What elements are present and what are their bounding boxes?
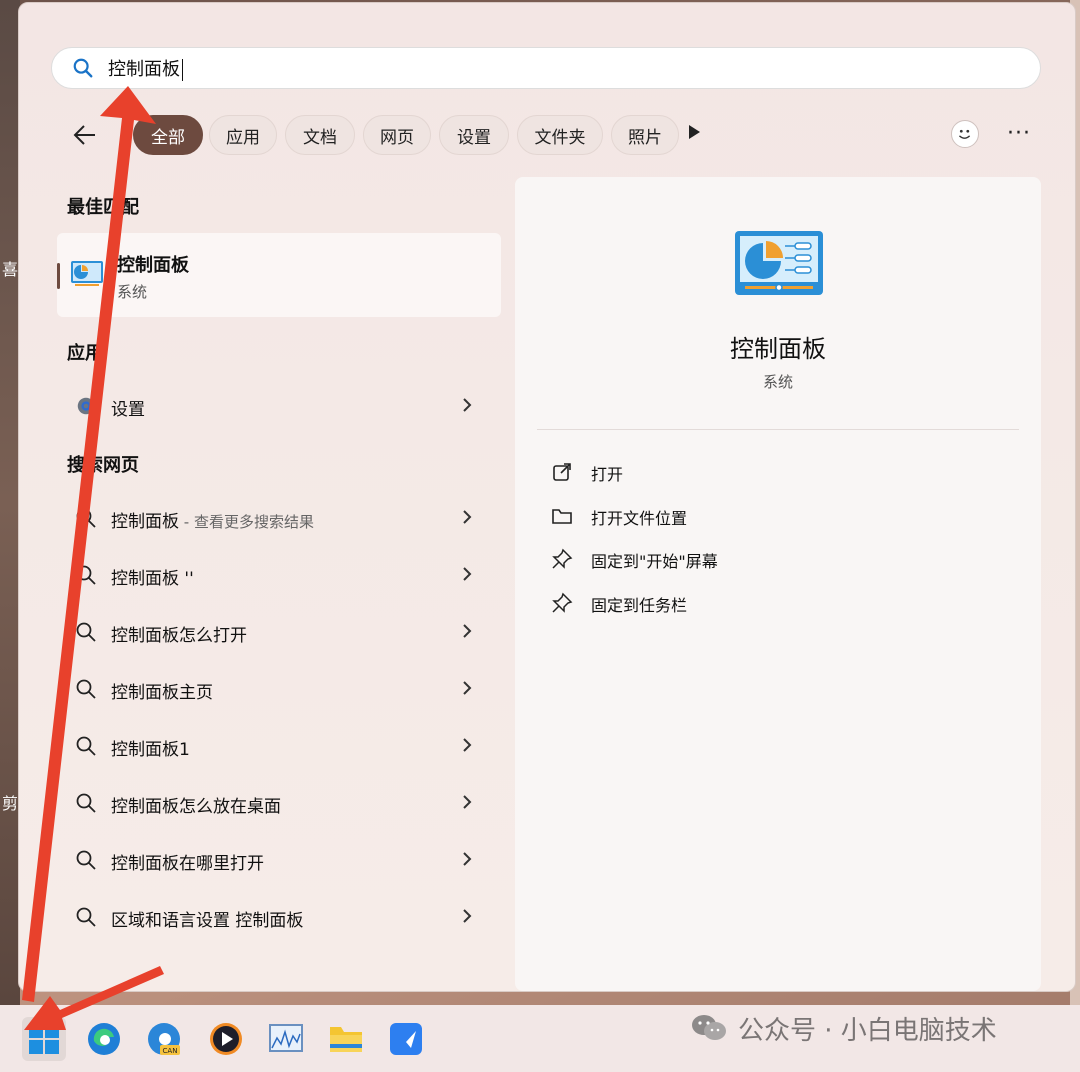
web-result-label: 控制面板 - 查看更多搜索结果 [111, 512, 314, 532]
pin-icon [552, 592, 573, 613]
filter-chip-apps[interactable]: 应用 [209, 115, 277, 155]
filter-chip-settings[interactable]: 设置 [439, 115, 509, 155]
filter-chip-all[interactable]: 全部 [133, 115, 203, 155]
action-pin-to-start[interactable]: 固定到"开始"屏幕 [551, 544, 951, 574]
section-apps: 应用 [67, 343, 103, 364]
wechat-icon [692, 1015, 726, 1040]
pin-icon [552, 548, 573, 569]
search-icon [76, 793, 96, 813]
web-result-item[interactable]: 区域和语言设置 控制面板 [55, 892, 505, 942]
watermark-text: 公众号 · 小白电脑技术 [738, 1015, 997, 1046]
windows-start-icon[interactable] [22, 1017, 66, 1061]
text-caret [182, 59, 183, 81]
feishu-icon[interactable] [384, 1017, 428, 1061]
media-player-icon[interactable] [204, 1017, 248, 1061]
action-open-file-location[interactable]: 打开文件位置 [551, 501, 951, 531]
best-match-item[interactable]: 控制面板 系统 [57, 233, 501, 317]
filter-chip-photos[interactable]: 照片 [611, 115, 679, 155]
more-filters-play-icon[interactable] [689, 125, 700, 139]
preview-title: 控制面板 [730, 335, 826, 363]
web-result-item[interactable]: 控制面板 '' [55, 550, 505, 600]
web-result-label: 控制面板怎么放在桌面 [111, 797, 281, 817]
action-open[interactable]: 打开 [551, 457, 951, 487]
search-icon [76, 508, 96, 528]
resource-monitor-icon[interactable] [264, 1017, 308, 1061]
more-options-icon[interactable]: ··· [1007, 121, 1031, 146]
filter-chip-documents[interactable]: 文档 [285, 115, 355, 155]
chevron-right-icon[interactable] [460, 395, 474, 415]
search-input[interactable]: 控制面板 [108, 55, 183, 81]
desktop-icon-label: 喜 [2, 260, 19, 279]
web-result-item[interactable]: 控制面板主页 [55, 664, 505, 714]
search-icon [76, 907, 96, 927]
filter-bar: 全部 应用 文档 网页 设置 文件夹 照片 ··· [63, 113, 1043, 157]
search-icon [76, 679, 96, 699]
web-result-item[interactable]: 控制面板在哪里打开 [55, 835, 505, 885]
selection-indicator [57, 263, 60, 289]
web-result-label: 控制面板 '' [111, 569, 194, 589]
chevron-right-icon[interactable] [460, 507, 474, 527]
smiley-feedback-icon[interactable] [951, 120, 979, 148]
web-result-item[interactable]: 控制面板怎么放在桌面 [55, 778, 505, 828]
file-explorer-icon[interactable] [324, 1017, 368, 1061]
action-pin-to-taskbar[interactable]: 固定到任务栏 [551, 588, 951, 618]
control-panel-icon [71, 261, 103, 286]
search-box[interactable]: 控制面板 [51, 47, 1041, 89]
chevron-right-icon[interactable] [460, 849, 474, 869]
app-item-settings[interactable]: 设置 [55, 381, 505, 431]
preview-subtitle: 系统 [762, 373, 793, 391]
web-result-label: 区域和语言设置 控制面板 [111, 911, 304, 931]
filter-chip-web[interactable]: 网页 [363, 115, 431, 155]
search-icon [76, 736, 96, 756]
section-best-match: 最佳匹配 [67, 197, 139, 218]
preview-pane: 控制面板 系统 打开 打开文件位置 固定到"开始"屏幕 固定到任务栏 [515, 177, 1041, 991]
back-arrow-icon[interactable] [71, 121, 99, 149]
edge-canary-icon[interactable]: CAN [142, 1017, 186, 1061]
control-panel-icon [735, 231, 823, 295]
desktop-icon-label: 剪 [2, 794, 19, 813]
web-result-label: 控制面板在哪里打开 [111, 854, 264, 874]
action-label: 打开文件位置 [591, 509, 688, 528]
chevron-right-icon[interactable] [460, 906, 474, 926]
action-label: 固定到任务栏 [591, 596, 688, 615]
divider [537, 429, 1019, 430]
web-result-label: 控制面板主页 [111, 683, 213, 703]
web-result-item[interactable]: 控制面板1 [55, 721, 505, 771]
search-icon [76, 565, 96, 585]
search-icon [76, 622, 96, 642]
watermark: 公众号 · 小白电脑技术 [690, 1008, 997, 1048]
section-search-web: 搜索网页 [67, 455, 139, 476]
best-match-subtitle: 系统 [117, 283, 148, 301]
start-search-panel: 控制面板 全部 应用 文档 网页 设置 文件夹 照片 ··· 最佳匹配 控制面板… [18, 2, 1076, 992]
svg-text:CAN: CAN [163, 1047, 178, 1055]
search-icon [76, 850, 96, 870]
chevron-right-icon[interactable] [460, 564, 474, 584]
chevron-right-icon[interactable] [460, 792, 474, 812]
web-result-item[interactable]: 控制面板怎么打开 [55, 607, 505, 657]
folder-icon [552, 509, 572, 524]
filter-chip-folders[interactable]: 文件夹 [517, 115, 603, 155]
chevron-right-icon[interactable] [460, 735, 474, 755]
action-label: 打开 [591, 465, 624, 484]
search-icon [73, 58, 93, 78]
desktop-edge-left [0, 0, 20, 1005]
edge-icon[interactable] [82, 1017, 126, 1061]
app-item-label: 设置 [111, 400, 145, 420]
web-result-label: 控制面板1 [111, 740, 190, 760]
web-result-item[interactable]: 控制面板 - 查看更多搜索结果 [55, 493, 505, 543]
chevron-right-icon[interactable] [460, 621, 474, 641]
open-external-icon [553, 463, 571, 481]
best-match-title: 控制面板 [117, 255, 189, 276]
settings-gear-icon [77, 397, 95, 415]
web-result-label: 控制面板怎么打开 [111, 626, 247, 646]
chevron-right-icon[interactable] [460, 678, 474, 698]
action-label: 固定到"开始"屏幕 [591, 552, 718, 571]
